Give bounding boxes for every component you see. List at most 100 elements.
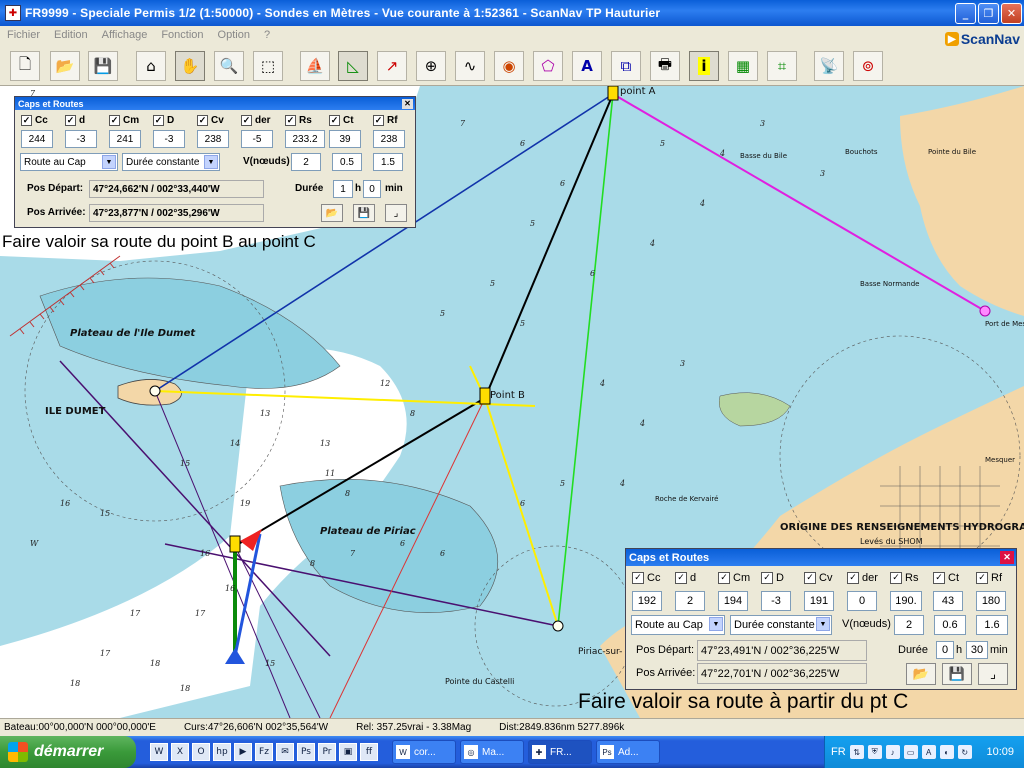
checkbox-cv[interactable]: ✓ Cv <box>197 115 224 126</box>
quicklaunch-filezilla-icon[interactable]: Fz <box>255 743 273 761</box>
v2-input[interactable]: 0.5 <box>332 153 362 171</box>
windows-icon[interactable]: ⧉ <box>611 51 641 81</box>
v3-input[interactable]: 1.6 <box>976 615 1008 635</box>
checkbox-cc[interactable]: ✓ Cc <box>632 572 660 584</box>
quicklaunch-premiere-icon[interactable]: Pr <box>318 743 336 761</box>
quicklaunch-outlook-icon[interactable]: O <box>192 743 210 761</box>
compass-icon[interactable]: ⊚ <box>853 51 883 81</box>
select-rect-icon[interactable]: ⬚ <box>253 51 283 81</box>
field-rs-input[interactable]: 233.2 <box>285 130 325 148</box>
field-cv-input[interactable]: 238 <box>197 130 229 148</box>
print-icon[interactable]: 🖶 <box>650 51 680 81</box>
target-icon[interactable]: ⊕ <box>416 51 446 81</box>
quicklaunch-hp-icon[interactable]: hp <box>213 743 231 761</box>
field-der-input[interactable]: -5 <box>241 130 273 148</box>
duration-mode-select[interactable]: Durée constante ▼ <box>122 153 220 171</box>
checkbox-d[interactable]: ✓ d <box>675 572 696 584</box>
checkbox-ct[interactable]: ✓ Ct <box>933 572 959 584</box>
quicklaunch-word-icon[interactable]: W <box>150 743 168 761</box>
new-file-icon[interactable]: 🗋 <box>10 51 40 81</box>
network-icon[interactable]: ⇅ <box>849 745 864 759</box>
menu-affichage[interactable]: Affichage <box>95 29 155 41</box>
task-scannav[interactable]: ✚ FR... <box>528 740 592 764</box>
field-cm-input[interactable]: 194 <box>718 591 748 611</box>
checkbox-ct[interactable]: ✓ Ct <box>329 115 354 126</box>
field-cm-input[interactable]: 241 <box>109 130 141 148</box>
field-d-input[interactable]: 2 <box>675 591 705 611</box>
checkbox-rs[interactable]: ✓ Rs <box>890 572 918 584</box>
quicklaunch-excel-icon[interactable]: X <box>171 743 189 761</box>
checkbox-cv[interactable]: ✓ Cv <box>804 572 832 584</box>
info-icon[interactable]: i <box>689 51 719 81</box>
zoom-icon[interactable]: 🔍 <box>214 51 244 81</box>
waypoints-icon[interactable]: ∿ <box>455 51 485 81</box>
field-rs-input[interactable]: 190. <box>890 591 922 611</box>
field-cc-input[interactable]: 244 <box>21 130 53 148</box>
field-d-input[interactable]: -3 <box>153 130 185 148</box>
dialog-small-close-button[interactable]: ✕ <box>402 98 413 109</box>
boat-icon[interactable]: ⛵ <box>300 51 330 81</box>
field-rf-input[interactable]: 180 <box>976 591 1006 611</box>
quicklaunch-media-icon[interactable]: ▶ <box>234 743 252 761</box>
restore-button[interactable]: ❐ <box>978 2 999 24</box>
v3-input[interactable]: 1.5 <box>373 153 403 171</box>
security-icon[interactable]: ⛨ <box>867 745 882 759</box>
field-ct-input[interactable]: 43 <box>933 591 963 611</box>
hand-icon[interactable]: ✋ <box>175 51 205 81</box>
grid-icon[interactable]: ⌗ <box>767 51 797 81</box>
tide-icon[interactable]: ◉ <box>494 51 524 81</box>
dialog-large-close-button[interactable]: ✕ <box>1000 551 1014 564</box>
app-tray-icon[interactable]: ◐ <box>939 745 954 759</box>
task-adobe[interactable]: Ps Ad... <box>596 740 660 764</box>
save-icon[interactable]: 💾 <box>88 51 118 81</box>
resize-icon[interactable]: ⌟ <box>385 204 407 222</box>
field-d-input[interactable]: -3 <box>761 591 791 611</box>
checkbox-cc[interactable]: ✓ Cc <box>21 115 48 126</box>
v1-input[interactable]: 2 <box>894 615 924 635</box>
quicklaunch-firefox-icon[interactable]: ff <box>360 743 378 761</box>
home-icon[interactable]: ⌂ <box>136 51 166 81</box>
gps-icon[interactable]: 📡 <box>814 51 844 81</box>
checkbox-der[interactable]: ✓ der <box>847 572 878 584</box>
duration-mode-select[interactable]: Durée constante ▼ <box>730 615 832 635</box>
checkbox-cm[interactable]: ✓ Cm <box>718 572 750 584</box>
task-word[interactable]: Wcor... <box>392 740 456 764</box>
save-icon[interactable]: 💾 <box>942 663 972 685</box>
field-cv-input[interactable]: 191 <box>804 591 834 611</box>
polygon-icon[interactable]: ⬠ <box>533 51 563 81</box>
open-folder-icon[interactable]: 📂 <box>321 204 343 222</box>
checkbox-der[interactable]: ✓ der <box>241 115 271 126</box>
task-ma[interactable]: ◎ Ma... <box>460 740 524 764</box>
checkbox-d[interactable]: ✓ d <box>65 115 85 126</box>
checkbox-d[interactable]: ✓ D <box>761 572 784 584</box>
minutes-input[interactable]: 0 <box>363 180 381 198</box>
checkbox-rs[interactable]: ✓ Rs <box>285 115 312 126</box>
open-folder-icon[interactable]: 📂 <box>50 51 80 81</box>
chart-image-icon[interactable]: ▦ <box>728 51 758 81</box>
volume-icon[interactable]: ♪ <box>885 745 900 759</box>
close-button[interactable]: ✕ <box>1001 2 1022 24</box>
checkbox-rf[interactable]: ✓ Rf <box>976 572 1002 584</box>
menu-option[interactable]: Option <box>211 29 257 41</box>
menu-fonction[interactable]: Fonction <box>154 29 210 41</box>
field-rf-input[interactable]: 238 <box>373 130 405 148</box>
save-icon[interactable]: 💾 <box>353 204 375 222</box>
menu-help[interactable]: ? <box>257 29 277 41</box>
v2-input[interactable]: 0.6 <box>934 615 966 635</box>
quicklaunch-photoshop-icon[interactable]: Ps <box>297 743 315 761</box>
minimize-button[interactable]: _ <box>955 2 976 24</box>
checkbox-rf[interactable]: ✓ Rf <box>373 115 398 126</box>
menu-fichier[interactable]: Fichier <box>0 29 47 41</box>
mode-select[interactable]: Route au Cap ▼ <box>631 615 725 635</box>
quicklaunch-mail-icon[interactable]: ✉ <box>276 743 294 761</box>
minutes-input[interactable]: 30 <box>966 641 988 659</box>
update-icon[interactable]: ↻ <box>957 745 972 759</box>
field-d-input[interactable]: -3 <box>65 130 97 148</box>
checkbox-cm[interactable]: ✓ Cm <box>109 115 139 126</box>
ati-icon[interactable]: A <box>921 745 936 759</box>
resize-icon[interactable]: ⌟ <box>978 663 1008 685</box>
mode-select[interactable]: Route au Cap ▼ <box>20 153 118 171</box>
hours-input[interactable]: 1 <box>333 180 353 198</box>
route-triangle-icon[interactable]: ◺ <box>338 51 368 81</box>
chart-map[interactable]: 7887 6656 5576 6555 5644 5433 4434 12811… <box>0 86 1024 718</box>
